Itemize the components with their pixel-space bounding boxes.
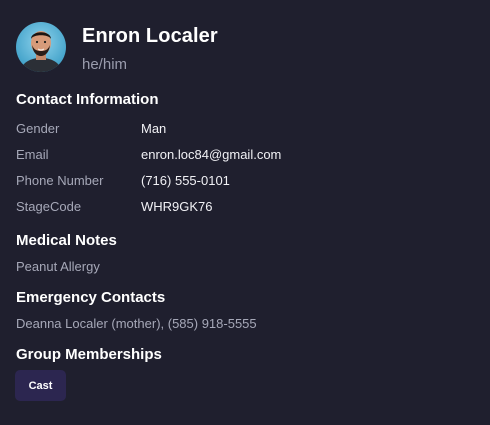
emergency-contacts-text: Deanna Localer (mother), (585) 918-5555: [16, 316, 257, 331]
group-chip-cast[interactable]: Cast: [15, 370, 66, 401]
emergency-contacts-heading: Emergency Contacts: [16, 289, 166, 306]
contact-value: Man: [141, 121, 167, 136]
medical-notes-text: Peanut Allergy: [16, 259, 100, 274]
medical-notes-heading: Medical Notes: [16, 232, 117, 249]
profile-pronouns: he/him: [82, 56, 128, 73]
contact-label: Gender: [16, 121, 60, 136]
group-memberships-heading: Group Memberships: [16, 346, 162, 363]
contact-value: (716) 555-0101: [141, 173, 230, 188]
person-photo-icon: [16, 22, 66, 72]
profile-name: Enron Localer: [82, 25, 218, 47]
avatar: [16, 22, 66, 72]
profile-card: Enron Localer he/him Contact Information…: [0, 0, 490, 425]
contact-information-heading: Contact Information: [16, 91, 159, 108]
contact-label: Email: [16, 147, 49, 162]
name-block: Enron Localer he/him: [82, 24, 218, 74]
profile-header: Enron Localer he/him: [16, 22, 218, 74]
contact-value: WHR9GK76: [141, 199, 213, 214]
contact-label: Phone Number: [16, 173, 104, 188]
contact-label: StageCode: [16, 199, 82, 214]
contact-value: enron.loc84@gmail.com: [141, 147, 282, 162]
